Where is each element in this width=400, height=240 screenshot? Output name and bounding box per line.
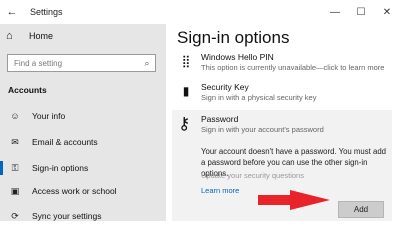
option-name: Password — [201, 114, 239, 124]
sidebar-item-email-accounts[interactable]: ✉ Email & accounts — [0, 132, 166, 152]
key-icon: ⚷ — [178, 114, 191, 133]
key-icon: ⚿ — [11, 162, 19, 173]
usb-key-icon: ▮ — [182, 84, 190, 98]
option-name: Security Key — [201, 82, 249, 92]
back-arrow-icon[interactable]: ← — [2, 6, 22, 18]
option-description: Sign in with a physical security key — [201, 93, 317, 102]
sidebar-item-label: Email & accounts — [32, 137, 98, 147]
title-bar: ← Settings — ☐ ✕ — [0, 0, 400, 24]
sidebar-item-your-info[interactable]: ☺ Your info — [0, 106, 166, 126]
search-box[interactable]: Find a setting ⌕ — [7, 54, 156, 72]
option-name: Windows Hello PIN — [201, 52, 274, 62]
home-icon: ⌂ — [6, 30, 13, 42]
keypad-icon: ⣿ — [181, 54, 191, 68]
sidebar-item-sign-in-options[interactable]: ⚿ Sign-in options — [0, 158, 166, 178]
section-title: Accounts — [8, 85, 47, 95]
page-title: Sign-in options — [177, 28, 290, 47]
search-icon[interactable]: ⌕ — [139, 58, 155, 69]
sidebar-item-label: Access work or school — [32, 186, 117, 196]
sidebar-item-label: Your info — [32, 111, 66, 121]
sidebar-item-sync-settings[interactable]: ⟳ Sync your settings — [0, 206, 166, 226]
person-card-icon: ☺ — [10, 111, 20, 121]
sidebar-item-label: Sync your settings — [32, 211, 102, 221]
add-button[interactable]: Add — [338, 201, 384, 218]
sidebar: ⌂ Home Find a setting ⌕ Accounts ☺ Your … — [0, 24, 166, 221]
minimize-icon[interactable]: — — [322, 0, 348, 24]
annotation-arrow-icon — [258, 190, 330, 210]
sidebar-item-access-work-school[interactable]: ▣ Access work or school — [0, 181, 166, 201]
mail-icon: ✉ — [11, 136, 19, 147]
briefcase-icon: ▣ — [10, 185, 20, 196]
window-title: Settings — [30, 7, 63, 17]
option-description: This option is currently unavailable—cli… — [201, 63, 385, 72]
security-questions-link: Update your security questions — [201, 171, 304, 180]
home-label: Home — [29, 31, 54, 41]
maximize-icon[interactable]: ☐ — [348, 0, 374, 24]
search-input[interactable]: Find a setting — [8, 59, 139, 68]
learn-more-link[interactable]: Learn more — [201, 186, 239, 195]
sidebar-item-label: Sign-in options — [32, 163, 89, 173]
home-link[interactable]: ⌂ Home — [6, 30, 53, 42]
option-security-key[interactable]: ▮ Security Key Sign in with a physical s… — [177, 82, 387, 108]
option-windows-hello-pin[interactable]: ⣿ Windows Hello PIN This option is curre… — [177, 52, 387, 78]
window-controls: — ☐ ✕ — [322, 0, 400, 24]
close-icon[interactable]: ✕ — [374, 0, 400, 24]
option-description: Sign in with your account's password — [201, 125, 324, 134]
sync-icon: ⟳ — [11, 210, 19, 221]
